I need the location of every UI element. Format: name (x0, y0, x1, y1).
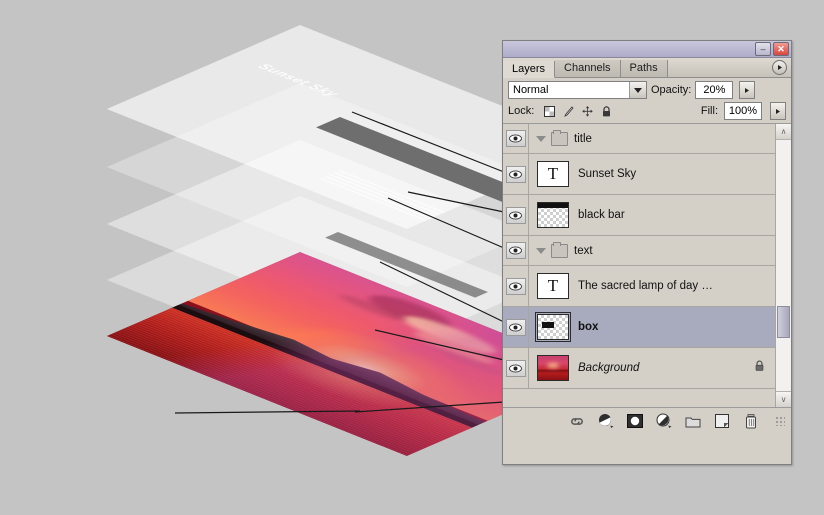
layer-thumbnail[interactable] (537, 202, 569, 228)
visibility-toggle[interactable] (503, 307, 529, 347)
new-group-icon[interactable] (685, 413, 701, 429)
visibility-toggle[interactable] (503, 195, 529, 235)
layer-name[interactable]: The sacred lamp of day … (578, 280, 713, 292)
layer-name[interactable]: Background (578, 362, 639, 374)
blend-mode-value: Normal (513, 84, 548, 96)
blend-opacity-row: Normal Opacity: 20% (503, 78, 791, 101)
table-row[interactable]: T Sunset Sky (503, 154, 775, 195)
fill-label: Fill: (701, 105, 718, 117)
add-layer-style-icon[interactable] (598, 413, 614, 429)
folder-icon (551, 132, 568, 146)
opacity-slider-button[interactable] (739, 81, 755, 99)
close-button[interactable]: ✕ (773, 42, 789, 56)
chevron-down-icon[interactable] (629, 82, 646, 98)
layer-thumbnail[interactable]: T (537, 273, 569, 299)
vertical-scrollbar[interactable]: ∧ ∨ (775, 124, 791, 407)
lock-transparency-icon[interactable] (543, 105, 555, 117)
layer-name[interactable]: Sunset Sky (578, 168, 636, 180)
delete-layer-icon[interactable] (743, 413, 759, 429)
visibility-toggle[interactable] (503, 348, 529, 388)
opacity-label: Opacity: (651, 84, 691, 96)
lock-label: Lock: (508, 105, 534, 117)
type-layer-icon: T (538, 162, 568, 186)
table-row[interactable]: text (503, 236, 775, 266)
locked-badge-icon (754, 359, 765, 377)
blend-mode-select[interactable]: Normal (508, 81, 647, 99)
fill-input[interactable]: 100% (724, 102, 762, 120)
minimize-button[interactable]: – (755, 42, 771, 56)
scroll-up-button[interactable]: ∧ (776, 124, 791, 140)
lock-all-icon[interactable] (600, 105, 612, 117)
box-swatch (542, 322, 554, 328)
layer-thumbnail[interactable] (537, 355, 569, 381)
table-row[interactable]: T The sacred lamp of day … (503, 266, 775, 307)
tab-paths[interactable]: Paths (621, 60, 668, 77)
tab-channels[interactable]: Channels (555, 60, 620, 77)
opacity-input[interactable]: 20% (695, 81, 733, 99)
layer-name[interactable]: black bar (578, 209, 625, 221)
layer-list-wrapper: title T Sunset Sky (503, 124, 791, 407)
lock-row: Lock: (503, 101, 791, 124)
layer-name[interactable]: box (578, 321, 598, 333)
table-row[interactable]: title (503, 124, 775, 154)
layer-name[interactable]: text (574, 245, 593, 257)
panel-titlebar: – ✕ (503, 41, 791, 58)
layer-name[interactable]: title (574, 133, 592, 145)
resize-grip[interactable] (776, 417, 785, 426)
expand-triangle-icon[interactable] (536, 248, 546, 254)
expand-triangle-icon[interactable] (536, 136, 546, 142)
link-layers-icon[interactable] (569, 413, 585, 429)
layer-thumbnail[interactable] (537, 314, 569, 340)
panel-menu-button[interactable] (772, 60, 787, 75)
table-row[interactable]: black bar (503, 195, 775, 236)
visibility-toggle[interactable] (503, 154, 529, 194)
scroll-thumb[interactable] (777, 306, 790, 338)
eye-icon[interactable] (506, 242, 526, 259)
type-layer-icon: T (538, 274, 568, 298)
visibility-toggle[interactable] (503, 124, 529, 153)
table-row[interactable]: box (503, 307, 775, 348)
fill-slider-button[interactable] (770, 102, 786, 120)
folder-icon (551, 244, 568, 258)
scroll-down-button[interactable]: ∨ (776, 391, 791, 407)
scroll-track[interactable] (776, 140, 791, 391)
panel-tabstrip: Layers Channels Paths (503, 58, 791, 78)
layers-panel: – ✕ Layers Channels Paths Normal Opacity… (502, 40, 792, 465)
eye-icon[interactable] (506, 166, 526, 183)
table-row[interactable]: Background (503, 348, 775, 389)
new-layer-icon[interactable] (714, 413, 730, 429)
new-adjustment-layer-icon[interactable] (656, 413, 672, 429)
black-bar-swatch (538, 203, 568, 208)
layer-thumbnail[interactable]: T (537, 161, 569, 187)
lock-position-icon[interactable] (581, 105, 593, 117)
eye-icon[interactable] (506, 130, 526, 147)
eye-icon[interactable] (506, 207, 526, 224)
layer-stack-illustration: Sunset Sky (0, 0, 500, 515)
visibility-toggle[interactable] (503, 266, 529, 306)
lock-image-pixels-icon[interactable] (562, 105, 574, 117)
layer-list: title T Sunset Sky (503, 124, 775, 407)
visibility-toggle[interactable] (503, 236, 529, 265)
tab-layers[interactable]: Layers (503, 61, 555, 78)
eye-icon[interactable] (506, 278, 526, 295)
eye-icon[interactable] (506, 360, 526, 377)
add-layer-mask-icon[interactable] (627, 413, 643, 429)
eye-icon[interactable] (506, 319, 526, 336)
layers-bottom-toolbar (503, 407, 791, 434)
